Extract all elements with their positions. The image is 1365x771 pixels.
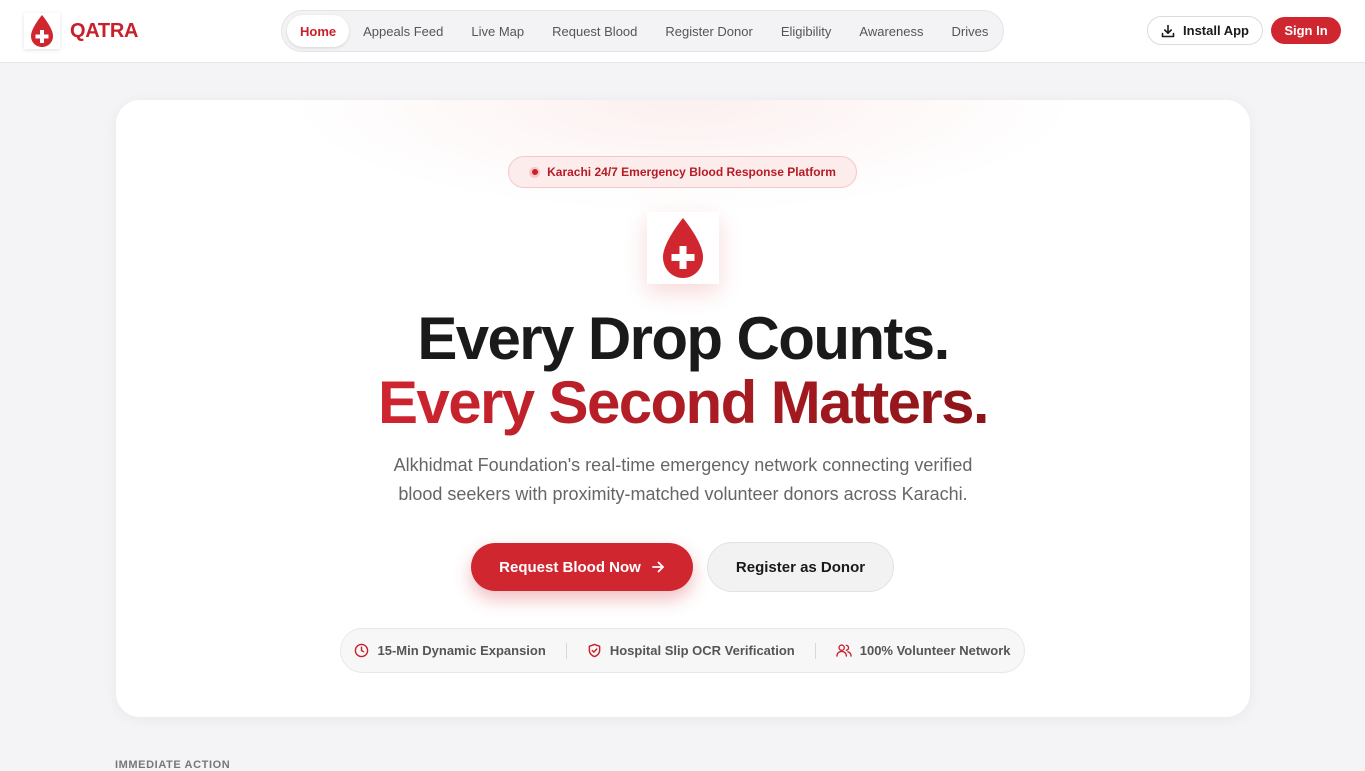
nav-item-appeals-feed[interactable]: Appeals Feed [349, 15, 457, 47]
divider [565, 642, 567, 659]
users-icon [836, 643, 852, 658]
brand[interactable]: QATRA [24, 13, 138, 49]
live-dot-icon [529, 166, 541, 178]
nav-item-request-blood[interactable]: Request Blood [538, 15, 651, 47]
divider [814, 642, 816, 659]
nav-item-awareness[interactable]: Awareness [845, 15, 937, 47]
arrow-right-icon [651, 560, 665, 574]
platform-badge-text: Karachi 24/7 Emergency Blood Response Pl… [547, 165, 836, 179]
main-nav: Home Appeals Feed Live Map Request Blood… [281, 10, 1004, 52]
nav-item-drives[interactable]: Drives [937, 15, 1002, 47]
feature-label: 100% Volunteer Network [859, 643, 1011, 658]
section-label-immediate-action: IMMEDIATE ACTION [115, 759, 231, 771]
request-blood-now-button[interactable]: Request Blood Now [471, 543, 693, 591]
feature-label: 15-Min Dynamic Expansion [377, 643, 546, 658]
platform-badge: Karachi 24/7 Emergency Blood Response Pl… [508, 156, 857, 188]
shield-check-icon [587, 643, 602, 658]
sign-in-button[interactable]: Sign In [1271, 17, 1341, 44]
top-header: QATRA Home Appeals Feed Live Map Request… [0, 0, 1365, 63]
nav-item-live-map[interactable]: Live Map [457, 15, 538, 47]
download-icon [1161, 24, 1175, 38]
headline-primary: Every Drop Counts. [417, 305, 950, 372]
feature-item: 100% Volunteer Network [836, 643, 1011, 658]
nav-item-register-donor[interactable]: Register Donor [651, 15, 766, 47]
hero-subtitle: Alkhidmat Foundation's real-time emergen… [393, 455, 973, 504]
hero-card: Karachi 24/7 Emergency Blood Response Pl… [116, 100, 1250, 717]
install-app-label: Install App [1183, 23, 1249, 38]
headline-secondary-text: Every Second Matters. [378, 369, 990, 436]
nav-item-eligibility[interactable]: Eligibility [767, 15, 846, 47]
install-app-button[interactable]: Install App [1147, 16, 1263, 45]
blood-drop-cross-icon [24, 13, 60, 49]
nav-item-home[interactable]: Home [287, 15, 350, 47]
feature-item: Hospital Slip OCR Verification [587, 643, 795, 658]
request-blood-now-label: Request Blood Now [499, 558, 641, 576]
feature-item: 15-Min Dynamic Expansion [354, 643, 546, 658]
register-as-donor-button[interactable]: Register as Donor [707, 542, 894, 592]
brand-name: QATRA [70, 19, 139, 42]
hero-blood-drop-icon [647, 212, 719, 284]
feature-strip: 15-Min Dynamic Expansion Hospital Slip O… [340, 628, 1025, 673]
clock-icon [354, 643, 369, 658]
headline-secondary: Every Second Matters. [116, 370, 1250, 436]
feature-label: Hospital Slip OCR Verification [609, 643, 795, 658]
